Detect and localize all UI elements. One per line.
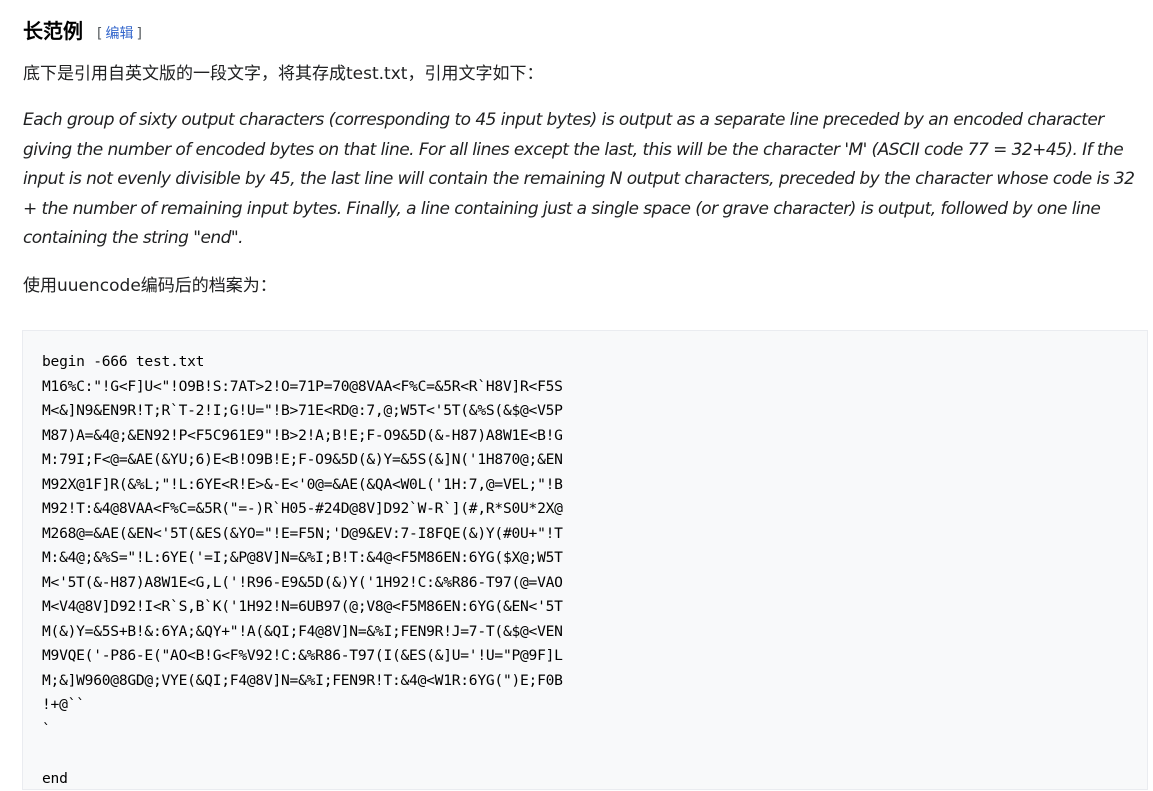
edit-link[interactable]: 编辑 — [105, 26, 133, 42]
encoded-file-caption: 使用uuencode编码后的档案为： — [23, 276, 277, 296]
edit-bracket-open: [ — [97, 26, 103, 42]
intro-paragraph: 底下是引用自英文版的一段文字，将其存成test.txt，引用文字如下： — [23, 64, 544, 84]
uuencoded-output: begin -666 test.txt M16%C:"!G<F]U<"!O9B!… — [42, 353, 563, 787]
section-title: 长范例 — [23, 19, 83, 43]
section-heading: 长范例 [编辑] — [23, 16, 142, 49]
edit-bracket-close: ] — [136, 26, 142, 42]
code-block: begin -666 test.txt M16%C:"!G<F]U<"!O9B!… — [22, 330, 1148, 790]
quoted-text: Each group of sixty output characters (c… — [23, 110, 1135, 249]
edit-section: [编辑] — [97, 19, 142, 49]
